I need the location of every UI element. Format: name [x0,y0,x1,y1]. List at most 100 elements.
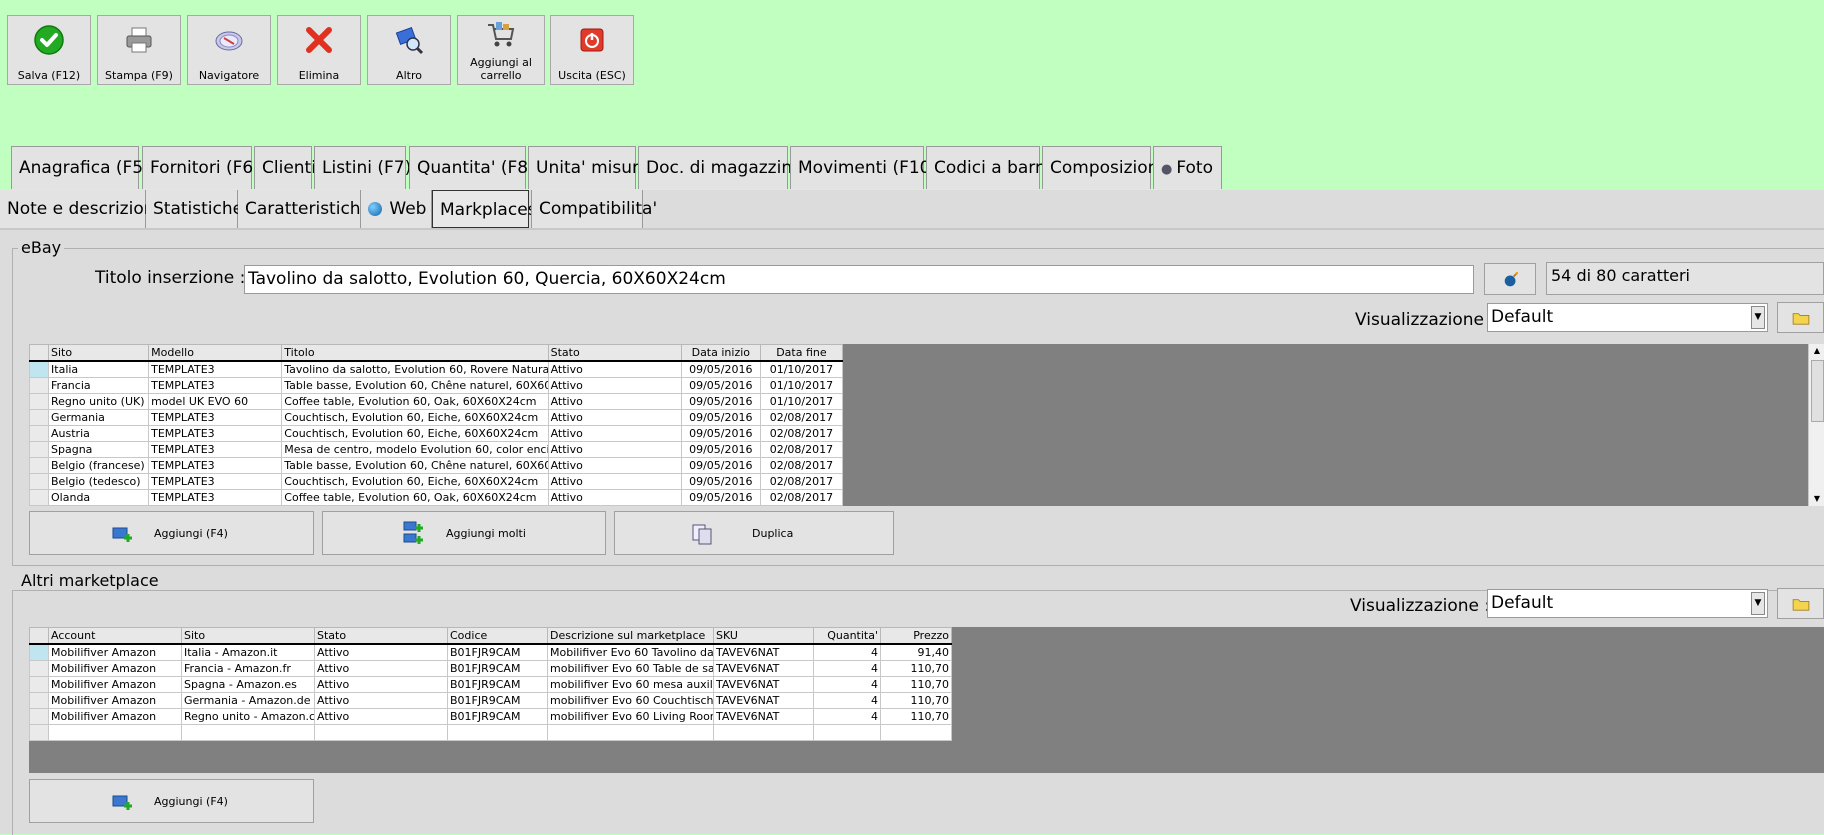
table-row[interactable]: Regno unito (UK) model UK EVO 60 Coffee ta… [28,393,844,410]
cell[interactable]: 110,70 [880,660,952,677]
cell[interactable]: 02/08/2017 [759,473,844,490]
col-header[interactable]: SKU [713,627,814,645]
col-header[interactable]: Codice [447,627,548,645]
ebay-duplicate-button[interactable]: Duplica [614,511,894,555]
cell[interactable]: TEMPLATE3 [148,489,283,506]
row-indicator[interactable] [29,676,49,693]
ebay-add-button[interactable]: Aggiungi (F4) [29,511,314,555]
cell[interactable]: 4 [813,692,881,709]
table-row[interactable]: Belgio (tedesco) TEMPLATE3 Couchtisch, Evo… [28,473,844,490]
row-indicator[interactable] [29,724,49,741]
cell[interactable]: Attivo [547,393,682,410]
col-header[interactable]: Stato [547,344,682,362]
cell[interactable]: B01FJR9CAM [447,676,548,693]
subtab-note[interactable]: Note e descrizioni [0,190,159,228]
cell[interactable]: Italia [48,360,150,378]
ebay-add-many-button[interactable]: Aggiungi molti [322,511,606,555]
cell[interactable] [447,724,548,741]
cell[interactable]: 01/10/2017 [759,377,844,394]
cell[interactable]: Attivo [547,360,682,378]
cell[interactable]: B01FJR9CAM [447,708,548,725]
cell[interactable]: 09/05/2016 [680,425,761,442]
other-marketplace-table[interactable]: Account Sito Stato Codice Descrizione su… [29,627,952,741]
cell[interactable]: Couchtisch, Evolution 60, Eiche, 60X60X2… [281,473,549,490]
table-row[interactable]: Italia TEMPLATE3 Tavolino da salotto, Evol… [28,360,844,378]
cell[interactable]: TEMPLATE3 [148,457,283,474]
cell[interactable]: 91,40 [880,643,952,661]
cell[interactable]: Attivo [547,489,682,506]
cell[interactable]: TEMPLATE3 [148,360,283,378]
scroll-down-icon[interactable]: ▼ [1809,492,1824,506]
cell[interactable]: TEMPLATE3 [148,441,283,458]
cell[interactable]: 09/05/2016 [680,393,761,410]
cell[interactable]: Couchtisch, Evolution 60, Eiche, 60X60X2… [281,409,549,426]
cell[interactable]: 01/10/2017 [759,360,844,378]
table-row[interactable]: Spagna TEMPLATE3 Mesa de centro, modelo Ev… [28,441,844,458]
cell[interactable]: 09/05/2016 [680,360,761,378]
cell[interactable]: TEMPLATE3 [148,409,283,426]
cell[interactable]: 110,70 [880,676,952,693]
delete-button[interactable]: Elimina [277,15,361,85]
tab-anagrafica[interactable]: Anagrafica (F5) [11,146,150,189]
cell[interactable]: 4 [813,643,881,661]
col-header[interactable]: Sito [48,344,150,362]
cell[interactable]: 09/05/2016 [680,473,761,490]
cell[interactable]: Mobilifiver Amazon [48,643,182,661]
cell[interactable]: Attivo [314,676,448,693]
cell[interactable] [547,724,714,741]
cell[interactable]: Table basse, Evolution 60, Chêne naturel… [281,377,549,394]
row-indicator[interactable] [29,692,49,709]
table-row-new[interactable] [29,724,952,741]
col-header[interactable]: Titolo [281,344,549,362]
cell[interactable]: Italia - Amazon.it [181,643,315,661]
table-row[interactable]: Belgio (francese) TEMPLATE3 Table basse, E… [28,457,844,474]
cell[interactable]: TEMPLATE3 [148,425,283,442]
cell[interactable]: Mobilifiver Amazon [48,692,182,709]
cell[interactable]: Attivo [547,457,682,474]
title-action-button[interactable] [1484,263,1536,295]
col-header[interactable]: Descrizione sul marketplace [547,627,714,645]
col-header[interactable]: Modello [148,344,283,362]
cell[interactable] [713,724,814,741]
cell[interactable]: mobilifiver Evo 60 Couchtisch, ... [547,692,714,709]
cell[interactable]: 09/05/2016 [680,489,761,506]
col-header[interactable]: Quantita' [813,627,881,645]
other-add-button[interactable]: Aggiungi (F4) [29,779,314,823]
cell[interactable]: TEMPLATE3 [148,377,283,394]
cell[interactable]: mobilifiver Evo 60 Living Room ... [547,708,714,725]
cell[interactable]: B01FJR9CAM [447,643,548,661]
table-row[interactable]: Mobilifiver Amazon Italia - Amazon.it Atti… [29,643,952,661]
cell[interactable]: mobilifiver Evo 60 Table de sal... [547,660,714,677]
cell[interactable]: Regno unito (UK) [48,393,150,410]
add-to-cart-button[interactable]: Aggiungi al carrello [457,15,545,85]
cell[interactable]: TAVEV6NAT [713,676,814,693]
cell[interactable]: Attivo [314,660,448,677]
ebay-view-folder-button[interactable] [1777,302,1824,333]
cell[interactable]: B01FJR9CAM [447,692,548,709]
other-view-folder-button[interactable] [1777,588,1824,619]
cell[interactable]: Austria [48,425,150,442]
tab-codici-barre[interactable]: Codici a barre [926,146,1052,189]
cell[interactable]: Attivo [547,425,682,442]
cell[interactable]: mobilifiver Evo 60 mesa auxiliar... [547,676,714,693]
cell[interactable]: Coffee table, Evolution 60, Oak, 60X60X2… [281,489,549,506]
cell[interactable]: Germania [48,409,150,426]
col-header[interactable]: Stato [314,627,448,645]
table-row[interactable]: Germania TEMPLATE3 Couchtisch, Evolution 6… [28,409,844,426]
cell[interactable]: Regno unito - Amazon.c... [181,708,315,725]
col-header[interactable]: Prezzo [880,627,952,645]
tab-composizioni[interactable]: Composizioni [1042,146,1163,189]
row-indicator[interactable] [28,425,50,442]
cell[interactable]: 02/08/2017 [759,425,844,442]
navigator-button[interactable]: Navigatore [187,15,271,85]
cell[interactable]: 4 [813,676,881,693]
cell[interactable]: TAVEV6NAT [713,660,814,677]
other-view-select[interactable]: Default ▼ [1487,589,1768,618]
cell[interactable]: 09/05/2016 [680,457,761,474]
cell[interactable]: 110,70 [880,708,952,725]
subtab-compatibilita[interactable]: Compatibilita' [531,190,657,228]
cell[interactable]: Couchtisch, Evolution 60, Eiche, 60X60X2… [281,425,549,442]
row-indicator[interactable] [28,409,50,426]
table-row[interactable]: Mobilifiver Amazon Francia - Amazon.fr Att… [29,660,952,677]
exit-button[interactable]: Uscita (ESC) [550,15,634,85]
